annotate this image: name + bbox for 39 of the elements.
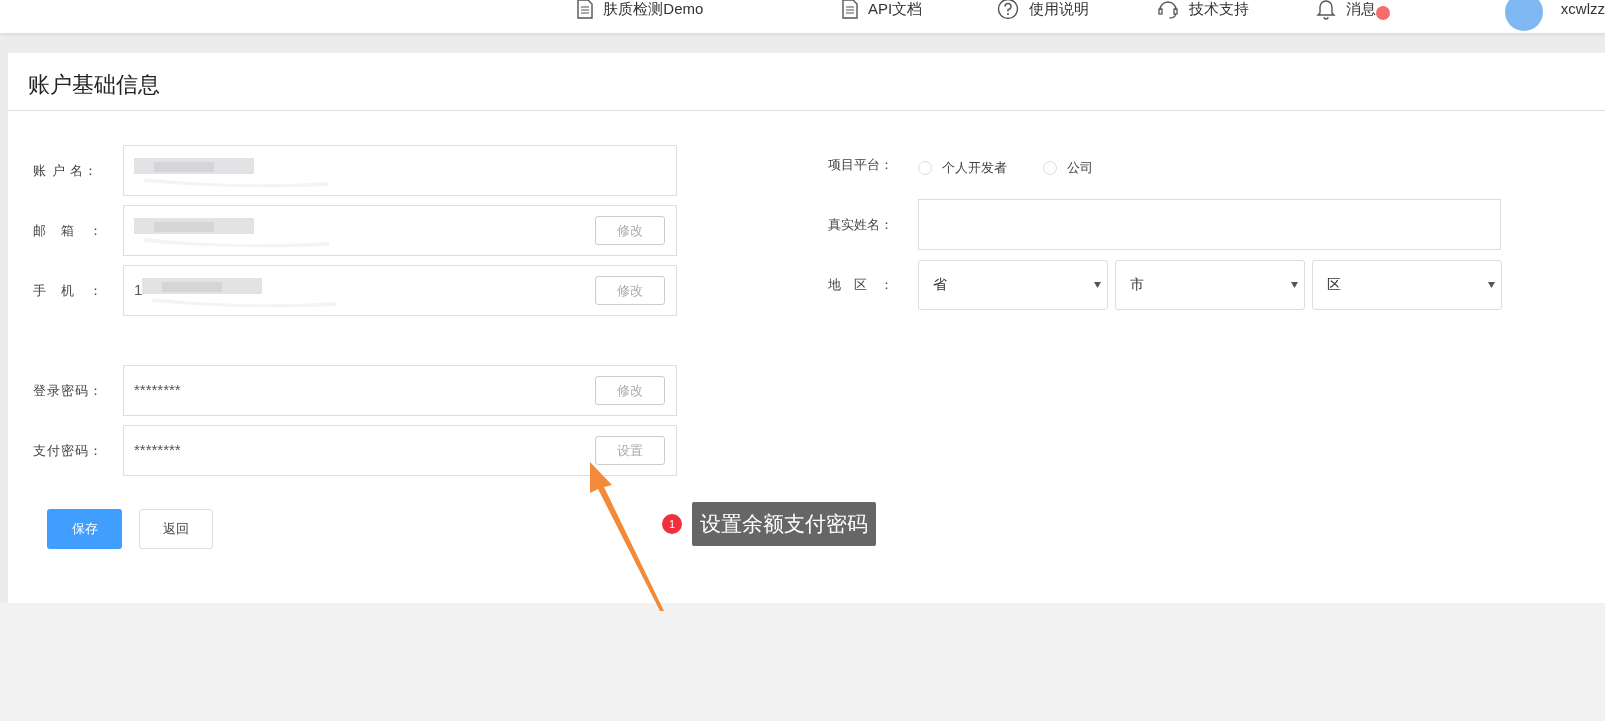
dropdown[interactable]: 省 xyxy=(918,259,1108,310)
field-label: 登录密码： xyxy=(33,381,104,400)
field-label: 邮 箱 ： xyxy=(33,221,104,240)
radio-label: 公司 xyxy=(1067,158,1093,177)
dropdown[interactable]: 区 xyxy=(1312,259,1502,310)
headset-icon xyxy=(1156,0,1179,20)
field-label: 真实姓名： xyxy=(828,215,894,234)
avatar[interactable] xyxy=(1505,0,1543,31)
back-button[interactable]: 返回 xyxy=(139,509,213,549)
field-value: ******** xyxy=(134,380,181,401)
username[interactable]: xcwlzz xyxy=(1560,0,1605,21)
document-icon xyxy=(577,0,594,19)
page-title: 账户基础信息 xyxy=(8,53,1605,111)
field-label: 项目平台： xyxy=(828,155,894,174)
input-field[interactable] xyxy=(918,199,1501,250)
field-label: 支付密码： xyxy=(33,441,104,460)
nav-link[interactable]: 消息 xyxy=(1345,0,1376,21)
field-value: 1 xyxy=(134,280,143,301)
field-value: ******** xyxy=(134,440,181,461)
field-label: 账 户 名： xyxy=(33,161,100,180)
caret-icon xyxy=(1488,281,1495,288)
field-label: 手 机 ： xyxy=(33,281,104,300)
radio-label: 个人开发者 xyxy=(942,158,1007,177)
input-field[interactable]: 1 修改 xyxy=(123,265,677,316)
nav-link[interactable]: 肤质检测Demo xyxy=(603,0,704,21)
nav-link[interactable]: 技术支持 xyxy=(1188,0,1249,21)
caret-icon xyxy=(1291,281,1298,288)
document-icon xyxy=(842,0,859,19)
help-icon xyxy=(997,0,1020,20)
input-field[interactable] xyxy=(123,145,677,196)
dropdown[interactable]: 市 xyxy=(1115,259,1305,310)
nav-link[interactable]: API文档 xyxy=(868,0,923,21)
callout: 设置余额支付密码 xyxy=(692,502,876,546)
input-field[interactable]: ******** 设置 xyxy=(123,425,677,476)
field-label: 地 区 ： xyxy=(828,275,894,294)
nav-link[interactable]: 使用说明 xyxy=(1029,0,1090,21)
bell-icon xyxy=(1315,0,1336,20)
caret-icon xyxy=(1094,281,1101,288)
input-field[interactable]: ******** 修改 xyxy=(123,365,677,416)
